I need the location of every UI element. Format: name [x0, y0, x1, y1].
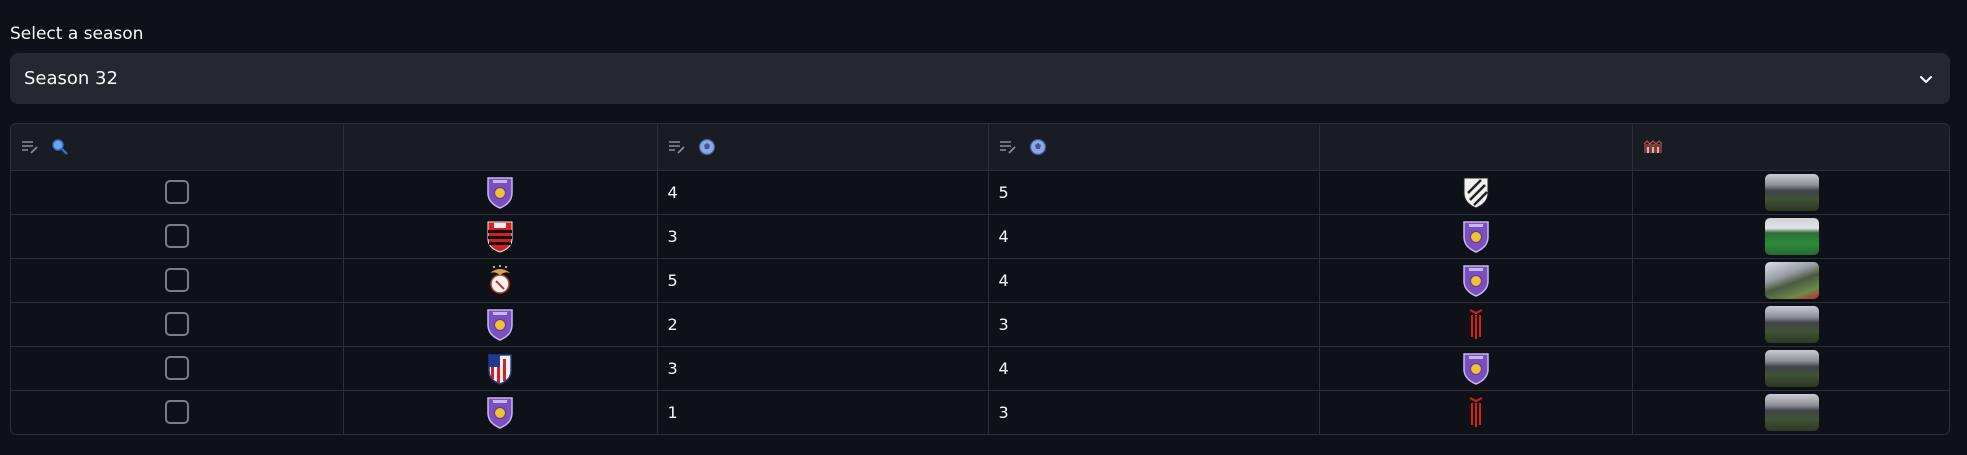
- column-header-home-goals[interactable]: [657, 124, 989, 171]
- row-select-checkbox[interactable]: [164, 312, 189, 336]
- home-goals-cell[interactable]: 1: [657, 390, 989, 434]
- table-row[interactable]: 1 3: [11, 390, 1949, 434]
- soccer-ball-icon: [1029, 138, 1046, 155]
- stadium-thumbnail[interactable]: [1764, 305, 1819, 343]
- season-select-label: Select a season: [10, 24, 144, 44]
- season-select[interactable]: Season 32: [10, 53, 1950, 104]
- row-select-checkbox[interactable]: [164, 400, 189, 425]
- stadium-thumbnail[interactable]: [1764, 393, 1819, 431]
- matches-table: 4 5 3 4 5 4 2 3 3 4 1 3: [10, 123, 1950, 435]
- purple-shield-crest-icon: [485, 395, 515, 429]
- home-goals-cell[interactable]: 5: [657, 258, 989, 303]
- purple-shield-crest-icon: [485, 307, 515, 341]
- stadium-thumbnail[interactable]: [1764, 217, 1819, 255]
- column-header-select[interactable]: [11, 124, 344, 171]
- away-goals-cell[interactable]: 4: [988, 258, 1320, 303]
- column-header-away-goals[interactable]: [988, 124, 1320, 171]
- white-striped-shield-crest-icon: [1461, 175, 1491, 209]
- purple-shield-crest-icon: [1461, 263, 1491, 297]
- home-goals-cell[interactable]: 3: [657, 346, 989, 391]
- red-white-stripes-crest-icon: [485, 351, 515, 385]
- table-row[interactable]: 3 4: [11, 346, 1949, 391]
- red-black-stripes-crest-icon: [485, 219, 515, 253]
- edit-list-icon: [22, 140, 38, 154]
- table-header-row: [11, 124, 1949, 171]
- stadium-thumbnail[interactable]: [1764, 349, 1819, 387]
- table-row[interactable]: 4 5: [11, 170, 1949, 215]
- edit-list-icon: [668, 140, 685, 154]
- purple-shield-crest-icon: [1461, 219, 1491, 253]
- stadium-icon: [1643, 139, 1662, 153]
- table-row[interactable]: 5 4: [11, 258, 1949, 303]
- away-goals-cell[interactable]: 3: [988, 302, 1320, 347]
- eagle-crest-icon: [485, 263, 515, 297]
- row-select-checkbox[interactable]: [164, 180, 189, 204]
- soccer-ball-icon: [698, 138, 715, 155]
- away-goals-cell[interactable]: 4: [988, 346, 1320, 391]
- home-goals-cell[interactable]: 2: [657, 302, 989, 347]
- column-header-away-team[interactable]: [1319, 124, 1633, 171]
- row-select-checkbox[interactable]: [164, 224, 189, 248]
- row-select-checkbox[interactable]: [164, 268, 189, 292]
- row-select-checkbox[interactable]: [164, 356, 189, 380]
- purple-shield-crest-icon: [1461, 351, 1491, 385]
- home-goals-cell[interactable]: 4: [657, 170, 989, 215]
- magnifier-icon: [52, 139, 68, 155]
- table-row[interactable]: 3 4: [11, 214, 1949, 259]
- edit-list-icon: [999, 140, 1016, 154]
- away-goals-cell[interactable]: 4: [988, 214, 1320, 259]
- stadium-thumbnail[interactable]: [1764, 173, 1819, 211]
- away-goals-cell[interactable]: 5: [988, 170, 1320, 215]
- column-header-home-team[interactable]: [343, 124, 658, 171]
- red-black-pennant-crest-icon: [1461, 395, 1491, 429]
- red-black-pennant-crest-icon: [1461, 307, 1491, 341]
- away-goals-cell[interactable]: 3: [988, 390, 1320, 434]
- chevron-down-icon: [1920, 75, 1932, 83]
- season-select-value: Season 32: [24, 68, 118, 89]
- home-goals-cell[interactable]: 3: [657, 214, 989, 259]
- table-row[interactable]: 2 3: [11, 302, 1949, 347]
- column-header-stadium[interactable]: [1632, 124, 1949, 171]
- purple-shield-crest-icon: [485, 175, 515, 209]
- stadium-thumbnail[interactable]: [1764, 261, 1819, 299]
